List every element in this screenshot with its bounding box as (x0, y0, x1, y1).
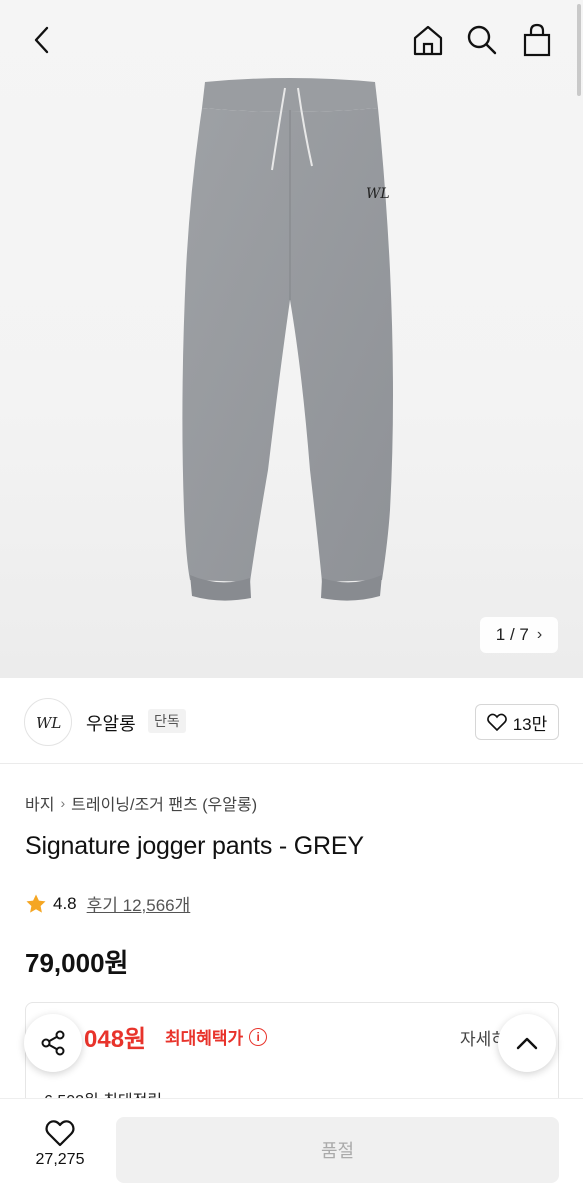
chevron-right-icon: › (536, 626, 543, 643)
scroll-top-button[interactable] (498, 1014, 556, 1072)
home-icon (413, 25, 443, 56)
image-counter-text: 1 / 7 (495, 625, 529, 644)
brand-like-count: 13만 (512, 714, 548, 734)
soldout-button[interactable]: 품절 (116, 1117, 559, 1183)
product-title: Signature jogger pants - GREY (25, 832, 364, 860)
brand-logo[interactable]: WL (24, 698, 72, 746)
brand-row: WL 우알롱 단독 13만 (0, 678, 583, 764)
search-button[interactable] (462, 20, 502, 60)
svg-text:WL: WL (366, 186, 390, 202)
shopping-bag-icon (523, 23, 551, 57)
search-icon (467, 25, 497, 55)
breadcrumb-item-subcategory[interactable]: 트레이닝/조거 팬츠 (우알롱) (71, 791, 257, 815)
top-navigation-bar (0, 0, 583, 80)
breadcrumb: 바지 › 트레이닝/조거 팬츠 (우알롱) (25, 791, 257, 815)
wishlist-button[interactable]: 27,275 (22, 1119, 98, 1181)
chevron-left-icon (34, 26, 49, 54)
image-counter-button[interactable]: 1 / 7 › (480, 617, 558, 653)
heart-icon (45, 1120, 75, 1147)
heart-icon (486, 713, 507, 731)
cart-button[interactable] (517, 20, 557, 60)
share-icon (41, 1030, 65, 1056)
rating-score: 4.8 (53, 893, 77, 913)
rating-row: 4.8 후기 12,566개 (25, 891, 190, 916)
star-icon (26, 894, 46, 913)
reviews-link[interactable]: 후기 12,566개 (87, 891, 191, 916)
brand-like-button[interactable]: 13만 (475, 704, 559, 740)
product-gallery[interactable]: WL 1 / 7 › (0, 0, 583, 678)
wishlist-count: 27,275 (35, 1151, 85, 1168)
home-button[interactable] (408, 20, 448, 60)
back-button[interactable] (22, 20, 62, 60)
chevron-right-icon: › (60, 795, 66, 811)
chevron-up-icon (516, 1037, 538, 1050)
breadcrumb-item-category[interactable]: 바지 (25, 791, 54, 815)
exclusive-badge: 단독 (148, 709, 186, 733)
scrollbar[interactable] (577, 4, 581, 96)
brand-logo-mark: WL (36, 714, 61, 732)
svg-text:WL: WL (36, 714, 61, 732)
info-icon[interactable]: i (249, 1027, 268, 1046)
product-price: 79,000원 (25, 948, 129, 978)
brand-name[interactable]: 우알롱 (86, 710, 136, 736)
bottom-action-bar: 27,275 품절 (0, 1098, 583, 1200)
benefit-price: 048원 (84, 1026, 147, 1053)
product-image: WL (182, 78, 393, 601)
benefit-label-text: 최대혜택가 (165, 1029, 244, 1048)
share-button[interactable] (24, 1014, 82, 1072)
benefit-label[interactable]: 최대혜택가 i (165, 1024, 268, 1049)
